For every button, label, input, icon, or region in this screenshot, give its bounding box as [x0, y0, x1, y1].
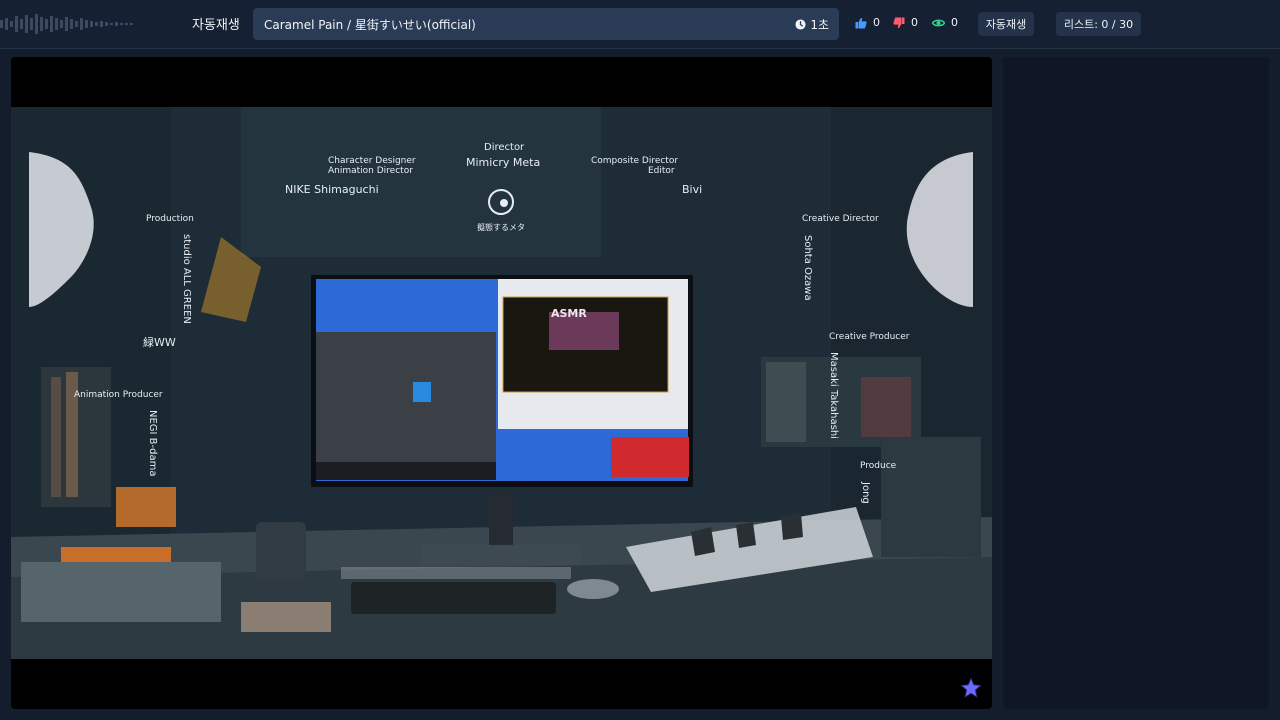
- like-button[interactable]: 0: [855, 16, 880, 29]
- director-name: Mimicry Meta: [466, 156, 541, 169]
- thumbs-down-icon: [893, 17, 905, 28]
- produce-role: Produce: [860, 461, 897, 471]
- production-logo-text: 緑WW: [143, 336, 176, 349]
- waveform-icon: [0, 14, 133, 34]
- views-count: 0: [951, 16, 958, 29]
- dislike-button[interactable]: 0: [893, 16, 918, 29]
- now-playing-title-box[interactable]: Caramel Pain / 星街すいせい(official) 1초: [253, 8, 839, 40]
- creative-director-role: Creative Director: [802, 214, 879, 224]
- production-name: studio ALL GREEN: [181, 234, 192, 324]
- eye-icon: [932, 19, 945, 26]
- production-role: Production: [146, 214, 194, 224]
- autoplay-label: 자동재생: [192, 18, 240, 33]
- composite-role-1: Composite Director: [591, 156, 679, 166]
- clock-icon: [795, 19, 806, 30]
- director-role: Director: [484, 142, 525, 153]
- produce-name: Jong: [860, 482, 871, 504]
- creative-director-name: Sohta Ozawa: [802, 235, 813, 301]
- video-frame: Director Mimicry Meta 擬態するメタ Character D…: [11, 107, 992, 659]
- char-designer-role-2: Animation Director: [328, 166, 413, 176]
- duration-text: 1초: [810, 18, 829, 32]
- list-count-button[interactable]: 리스트: 0 / 30: [1056, 12, 1141, 36]
- video-player[interactable]: Director Mimicry Meta 擬態するメタ Character D…: [11, 57, 992, 709]
- char-designer-role-1: Character Designer: [328, 156, 416, 166]
- anim-producer-name: NEGI B-dama: [147, 410, 158, 477]
- creative-producer-name: Masaki Takahashi: [828, 352, 839, 439]
- screen-badge: ASMR: [551, 307, 587, 320]
- desk-scene-image: [11, 107, 992, 659]
- creative-producer-role: Creative Producer: [829, 332, 910, 342]
- side-panel: [1003, 57, 1269, 709]
- director-logo-text: 擬態するメタ: [477, 223, 525, 232]
- autoplay-button[interactable]: 자동재생: [978, 12, 1034, 36]
- views-stat: 0: [932, 16, 958, 29]
- like-count: 0: [873, 16, 880, 29]
- duration-display: 1초: [795, 16, 829, 33]
- star-icon[interactable]: [960, 677, 982, 699]
- now-playing-title: Caramel Pain / 星街すいせい(official): [264, 18, 476, 32]
- dislike-count: 0: [911, 16, 918, 29]
- composite-role-2: Editor: [648, 166, 675, 176]
- composite-name: Bivi: [682, 183, 703, 196]
- thumbs-up-icon: [855, 17, 867, 28]
- anim-producer-role: Animation Producer: [74, 390, 163, 400]
- top-bar: 자동재생 Caramel Pain / 星街すいせい(official) 1초 …: [0, 0, 1280, 49]
- char-designer-name: NIKE Shimaguchi: [285, 183, 379, 196]
